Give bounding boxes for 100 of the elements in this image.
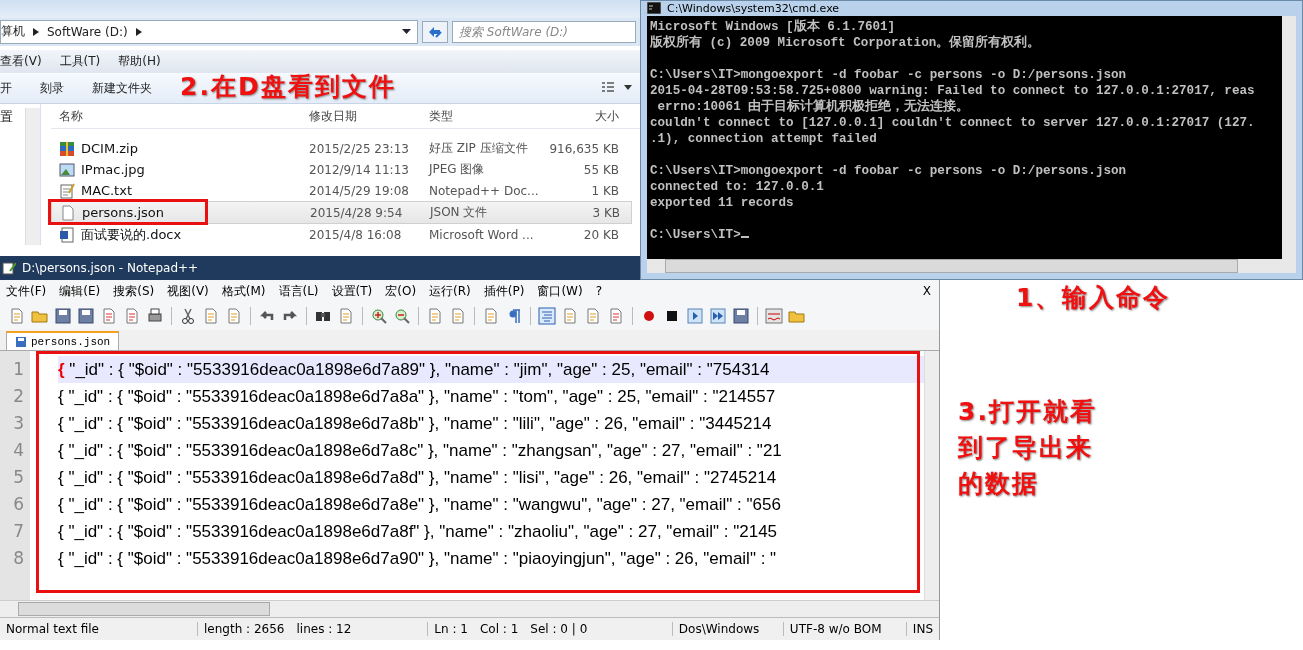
file-type: Microsoft Word ... [429, 227, 535, 242]
code-line: { "_id" : { "$oid" : "5533916deac0a1898e6d7a8c" }, "name" : "zhangsan", "age" : 27, "email" : "21 [58, 440, 783, 462]
status-field: Sel : 0 | 0 [524, 622, 594, 636]
annotation-text: 3.打开就看到了导出来的数据 [958, 396, 1098, 500]
console-line: 2015-04-28T09:53:58.725+0800 warning: Failed to connect to 127.0.0.1:27017, reas [650, 82, 1256, 99]
console-line: errno:10061 由于目标计算机积极拒绝，无法连接。 [656, 98, 971, 115]
indent-guide-icon[interactable] [538, 307, 556, 325]
text-file-icon [59, 182, 75, 199]
file-date: 2015/4/8 16:08 [309, 227, 403, 242]
file-type: JSON 文件 [430, 204, 489, 221]
menu-item[interactable]: 运行(R) [429, 282, 471, 300]
fast-forward-icon[interactable] [709, 307, 727, 325]
menu-item[interactable]: 帮助(H) [118, 52, 161, 70]
scrollbar[interactable] [0, 600, 939, 617]
menu-item[interactable]: 窗口(W) [537, 282, 583, 300]
image-file-icon [59, 161, 75, 178]
file-row[interactable]: persons.json 2015/4/28 9:54 JSON 文件 3 KB [51, 201, 632, 224]
code-line: { "_id" : { "$oid" : "5533916deac0a1898e6d7a8f" }, "name" : "zhaoliu", "age" : 27, "email" : "2145 [58, 521, 779, 543]
file-row[interactable]: MAC.txt 2014/5/29 19:08 Notepad++ Doc... 1 KB [51, 180, 632, 201]
file-row[interactable]: IPmac.jpg 2012/9/14 11:13 JPEG 图像 55 KB [51, 159, 632, 180]
file-size: 3 KB [591, 205, 620, 220]
line-number: 4 [12, 439, 25, 462]
menu-item[interactable]: 格式(M) [221, 282, 266, 300]
file-row[interactable]: 面试要说的.docx 2015/4/8 16:08 Microsoft Word ... 20 KB [51, 224, 632, 245]
zoom-out-icon[interactable] [393, 307, 411, 325]
console-line: Microsoft Windows [版本 6.1.7601] [650, 18, 897, 35]
file-date: 2015/4/28 9:54 [310, 205, 404, 220]
menu-item[interactable]: 编辑(E) [59, 282, 101, 300]
breadcrumb-item[interactable]: SoftWare (D:) [47, 24, 128, 39]
scrollbar[interactable] [1282, 15, 1296, 259]
menu-item[interactable]: 工具(T) [59, 52, 101, 70]
line-number: 1 [12, 358, 25, 381]
document-tab[interactable]: persons.json [6, 331, 120, 350]
line-number: 7 [12, 520, 25, 543]
console-line: 版权所有 (c) 2009 Microsoft Corporation。保留所有权利。 [650, 34, 1042, 51]
column-header[interactable]: 大小 [547, 107, 619, 125]
notepad-icon [2, 261, 16, 275]
console-line: exported 11 records [650, 194, 795, 211]
column-header[interactable]: 名称 [51, 107, 309, 125]
view-options-icon[interactable] [602, 82, 632, 95]
toolbar-button[interactable]: 刻录 [40, 79, 64, 97]
console-line: C:\Users\IT>mongoexport -d foobar -c persons -o D:/persons.json [650, 66, 1128, 83]
console-icon [647, 2, 661, 15]
save-all-icon[interactable] [77, 307, 95, 325]
archive-icon [59, 140, 75, 157]
address-bar[interactable]: 算机 SoftWare (D:) [0, 19, 418, 44]
file-type: Notepad++ Doc... [429, 183, 540, 198]
scrollbar[interactable] [25, 108, 40, 245]
file-size: 916,635 KB [548, 141, 619, 156]
file-name: IPmac.jpg [81, 162, 145, 177]
file-type: 好压 ZIP 压缩文件 [429, 140, 529, 157]
line-number: 8 [12, 547, 25, 570]
menu-item[interactable]: ? [595, 284, 602, 298]
status-field: lines : 12 [290, 622, 358, 636]
line-number: 6 [12, 493, 25, 516]
menu-item[interactable]: 文件(F) [6, 282, 47, 300]
toolbar-button[interactable]: 新建文件夹 [92, 79, 152, 97]
column-header[interactable]: 类型 [429, 107, 547, 125]
new-file-icon[interactable] [8, 307, 26, 325]
line-number: 2 [12, 385, 25, 408]
dropdown-icon[interactable] [402, 29, 411, 35]
save-icon[interactable] [54, 307, 72, 325]
file-size: 55 KB [582, 162, 619, 177]
nav-item[interactable]: 置 [0, 108, 13, 245]
save-macro-icon[interactable] [732, 307, 750, 325]
menu-item[interactable]: 宏(O) [385, 282, 417, 300]
search-field[interactable]: 搜索 SoftWare (D:) [452, 20, 636, 43]
toolbar-button[interactable]: 开 [0, 79, 12, 97]
menu-item[interactable]: 设置(T) [331, 282, 373, 300]
breadcrumb-item[interactable]: 算机 [1, 23, 25, 41]
code-line: { "_id" : { "$oid" : "5533916deac0a1898e6d7a8a" }, "name" : "tom", "age" : 25, "email" : "214557 [58, 386, 777, 408]
print-icon[interactable] [146, 307, 164, 325]
close-document-button[interactable]: X [922, 284, 931, 298]
chevron-icon [135, 27, 142, 36]
console-line: connected to: 127.0.0.1 [650, 178, 825, 195]
annotation-text: 2.在D盘看到文件 [180, 71, 396, 103]
line-number: 5 [12, 466, 25, 489]
line-number: 3 [12, 412, 25, 435]
menu-item[interactable]: 查看(V) [0, 52, 42, 70]
file-name: 面试要说的.docx [81, 225, 182, 244]
spell-check-icon[interactable] [765, 307, 783, 325]
play-icon[interactable] [686, 307, 704, 325]
file-size: 1 KB [590, 183, 619, 198]
file-row[interactable]: DCIM.zip 2015/2/25 23:13 好压 ZIP 压缩文件 916,635 KB [51, 138, 632, 159]
scrollbar[interactable] [924, 351, 939, 600]
menu-item[interactable]: 语言(L) [278, 282, 319, 300]
cut-icon[interactable] [179, 307, 197, 325]
column-header[interactable]: 修改日期 [309, 107, 429, 125]
status-field: Ln : 1 [427, 622, 474, 636]
refresh-button[interactable] [422, 20, 448, 43]
console-line: C:\Users\IT>mongoexport -d foobar -c persons -o D:/persons.json [650, 162, 1128, 179]
zoom-in-icon[interactable] [370, 307, 388, 325]
menu-item[interactable]: 插件(P) [483, 282, 525, 300]
console-line: C:\Users\IT> [650, 226, 1282, 243]
code-line: { "_id" : { "$oid" : "5533916deac0a1898e6d7a8e" }, "name" : "wangwu", "age" : 27, "email" : "656 [58, 494, 782, 516]
status-field: INS [905, 622, 939, 636]
menu-item[interactable]: 搜索(S) [113, 282, 155, 300]
menu-item[interactable]: 视图(V) [167, 282, 209, 300]
status-field: Normal text file [0, 622, 198, 636]
window-title: D:\persons.json - Notepad++ [22, 261, 199, 275]
